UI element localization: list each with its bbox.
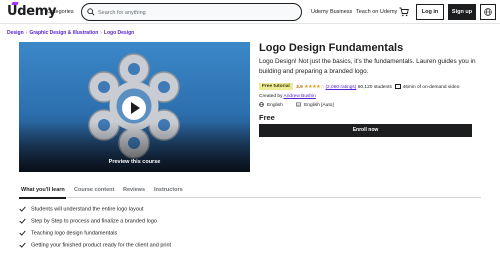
tab-course-content[interactable]: Course content	[74, 187, 114, 193]
signup-button[interactable]: Sign up	[448, 4, 476, 20]
course-description: Logo Design! Not just the basics, it's t…	[259, 58, 476, 75]
course-preview[interactable]: Preview this course	[19, 42, 250, 172]
active-tab-underline	[19, 197, 66, 199]
search-icon	[87, 8, 95, 16]
learn-item-text: Step by Step to process and finalize a b…	[31, 218, 157, 225]
check-icon	[19, 230, 26, 236]
video-length: 46min of on-demand video	[402, 84, 460, 90]
language-row: English English [Auto]	[259, 102, 334, 108]
chevron-right-icon: ›	[25, 30, 28, 36]
learn-list: Students will understand the entire logo…	[19, 203, 481, 267]
course-tabs: What you'll learn Course content Reviews…	[19, 185, 481, 198]
categories-link[interactable]: Categories	[47, 9, 74, 15]
created-by-label: Created by	[259, 94, 283, 99]
captions-icon	[296, 102, 301, 107]
globe-icon	[259, 102, 264, 107]
search-bar[interactable]	[81, 3, 302, 21]
list-item: Getting your finished product ready for …	[19, 242, 171, 252]
list-item: Teaching logo design fundamentals	[19, 230, 117, 240]
tab-reviews[interactable]: Reviews	[123, 187, 145, 193]
students-count: 60,120 students	[357, 84, 392, 90]
language-button[interactable]	[480, 4, 496, 20]
list-item: Students will understand the entire logo…	[19, 206, 144, 216]
cart-icon[interactable]	[399, 7, 409, 17]
course-title: Logo Design Fundamentals	[259, 42, 404, 54]
learn-item-text: Students will understand the entire logo…	[31, 206, 144, 213]
breadcrumb-item-graphic-design[interactable]: Graphic Design & Illustration	[29, 30, 98, 36]
list-item: Step by Step to process and finalize a b…	[19, 218, 157, 228]
breadcrumb-item-logo-design[interactable]: Logo Design	[104, 30, 134, 36]
created-by-row: Created by Andrew Bushin	[259, 94, 316, 99]
learn-item-text: Getting your finished product ready for …	[31, 242, 172, 249]
check-icon	[19, 242, 26, 248]
tab-what-youll-learn[interactable]: What you'll learn	[21, 187, 65, 193]
star-rating-icon: ★★★★☆	[304, 84, 325, 90]
udemy-business-link[interactable]: Udemy Business	[311, 9, 352, 15]
breadcrumb-item-design[interactable]: Design	[7, 30, 24, 36]
play-icon[interactable]	[122, 96, 146, 120]
login-button[interactable]: Log in	[416, 4, 444, 20]
top-header: Udemy Categories Udemy Business Teach on…	[0, 0, 500, 24]
rating-row: Free tutorial 3.9 ★★★★☆ (2,060 ratings) …	[259, 83, 459, 91]
captions-label: English [Auto]	[304, 102, 334, 108]
search-input[interactable]	[98, 8, 288, 17]
language-label: English	[267, 102, 283, 108]
teach-on-udemy-link[interactable]: Teach on Udemy	[356, 9, 397, 15]
rating-value: 3.9	[296, 84, 303, 90]
globe-icon	[484, 8, 492, 16]
learn-item-text: Teaching logo design fundamentals	[31, 230, 118, 237]
enroll-button[interactable]: Enroll now	[259, 124, 472, 137]
chevron-right-icon: ›	[100, 30, 102, 36]
breadcrumb: Design › Graphic Design & Illustration › Log…	[7, 30, 134, 36]
free-tutorial-badge: Free tutorial	[259, 83, 293, 90]
creator-link[interactable]: Andrew Bushin	[284, 94, 316, 99]
tab-instructors[interactable]: Instructors	[154, 187, 183, 193]
ratings-count-link[interactable]: (2,060 ratings)	[325, 85, 356, 90]
check-icon	[19, 206, 26, 212]
preview-label[interactable]: Preview this course	[19, 159, 250, 165]
course-price: Free	[259, 113, 275, 122]
check-icon	[19, 218, 26, 224]
video-icon	[395, 84, 402, 89]
